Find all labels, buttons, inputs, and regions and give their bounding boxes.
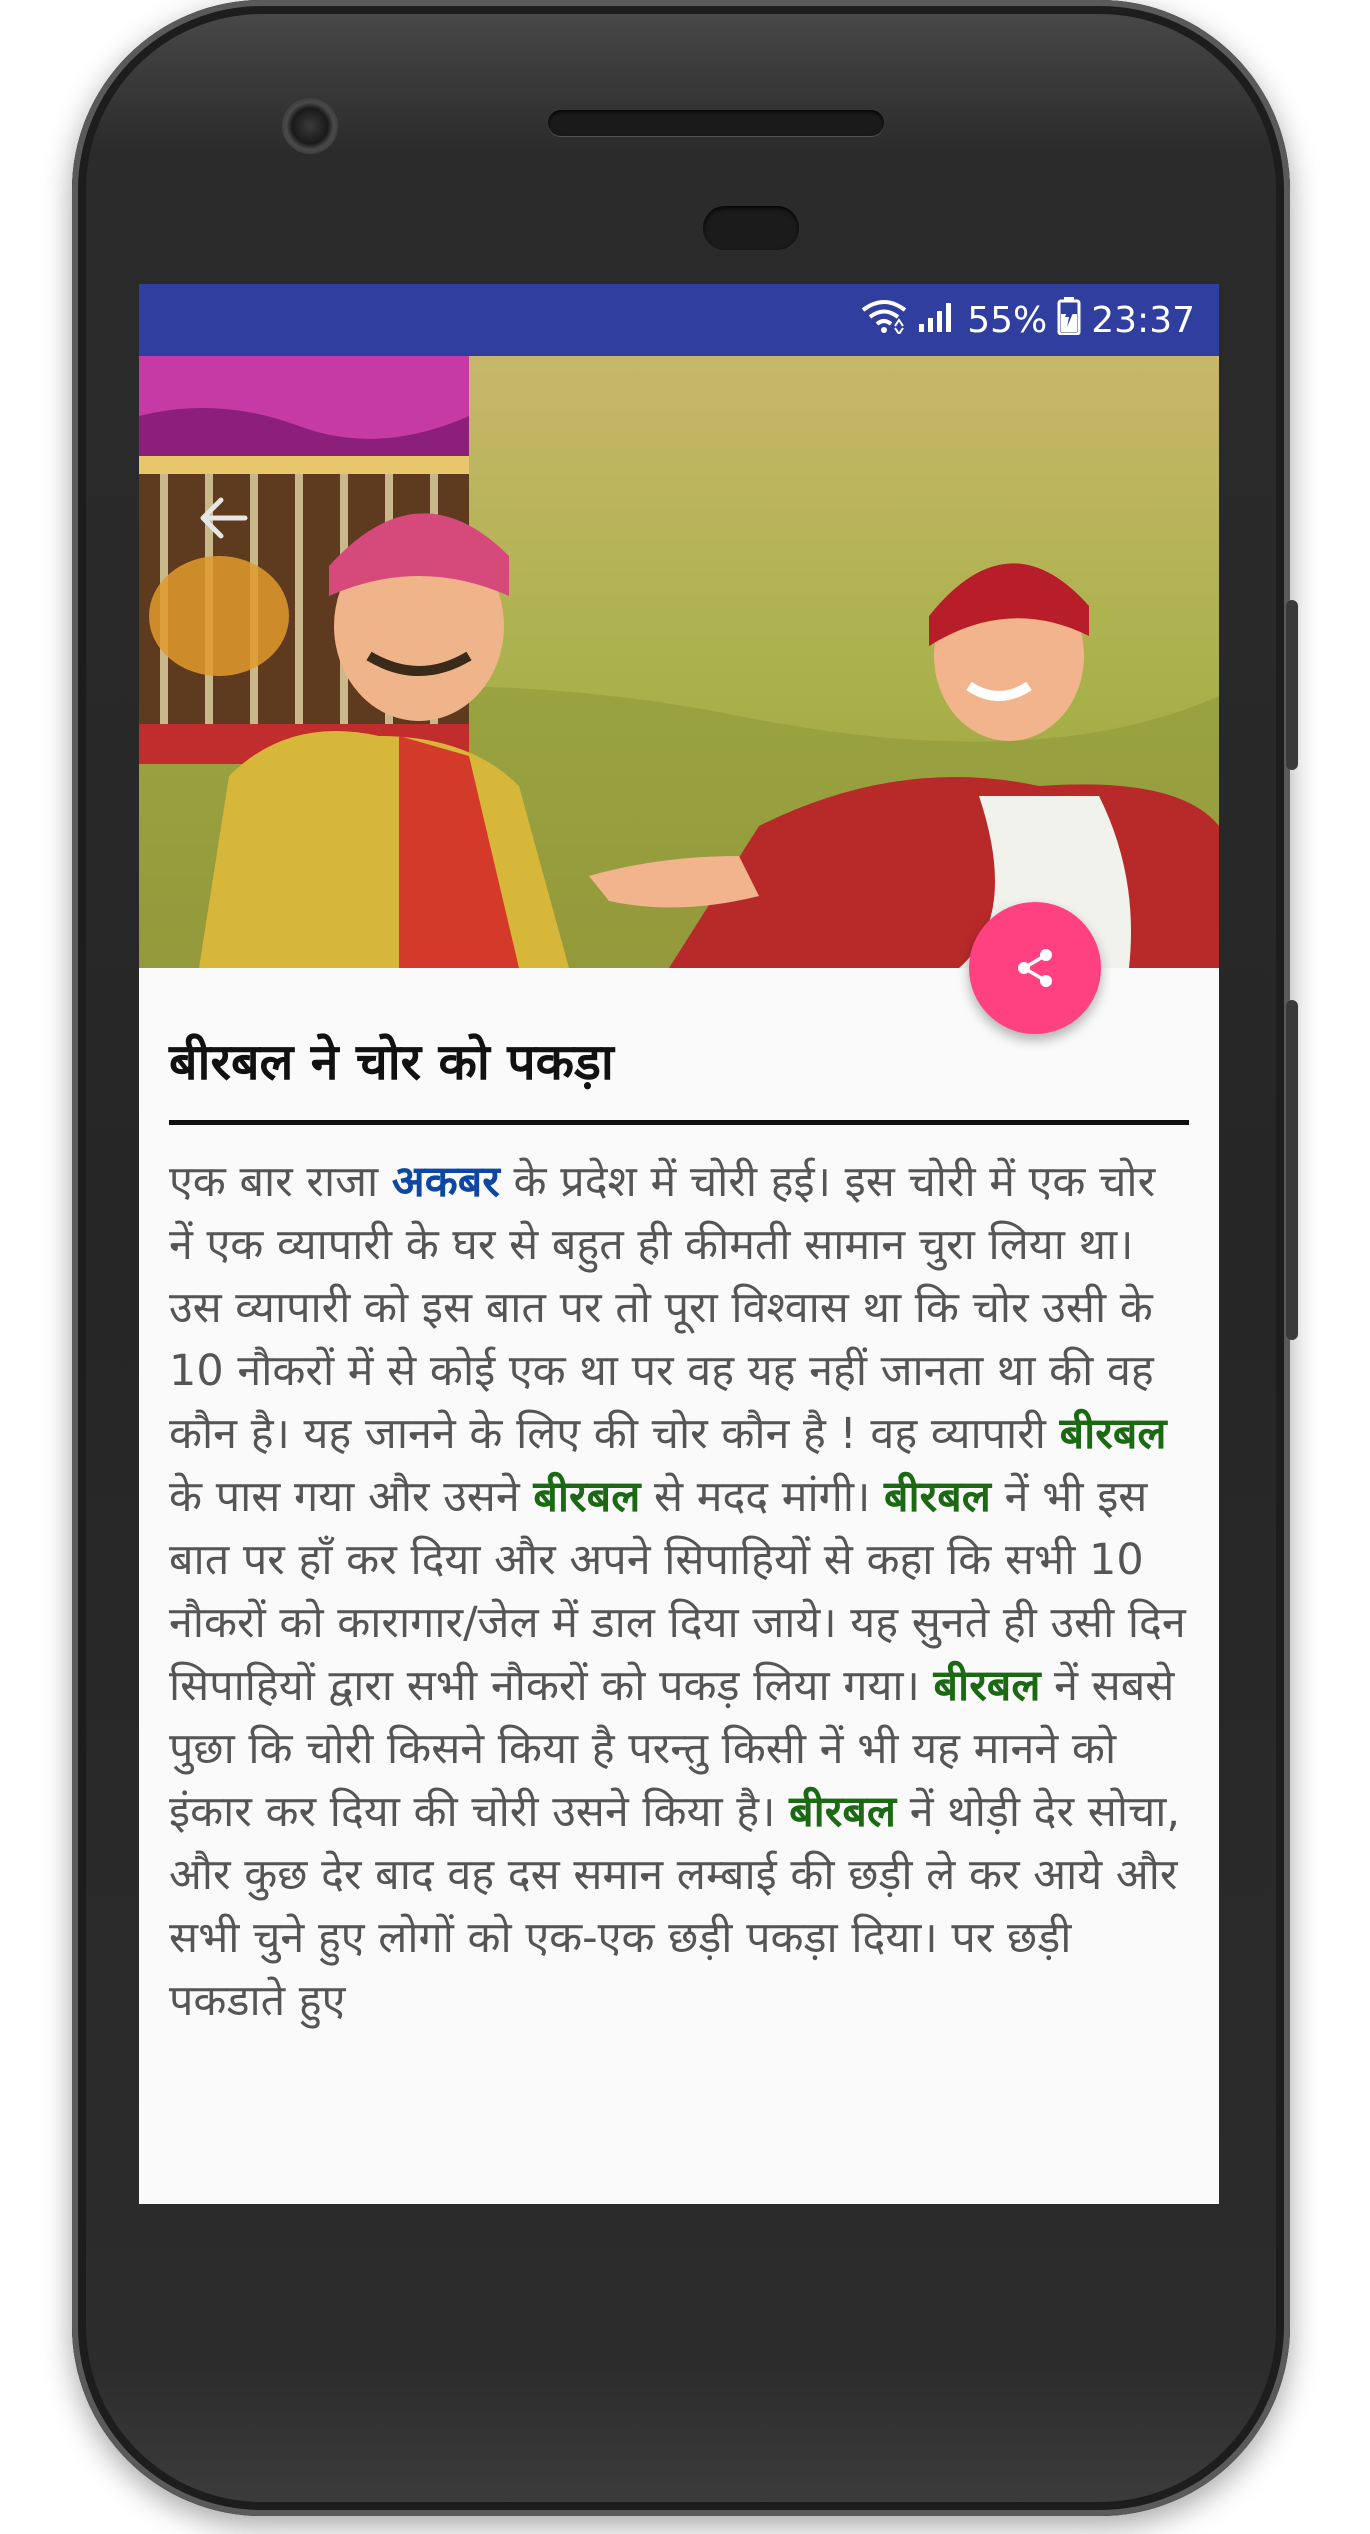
clock: 23:37 — [1091, 299, 1195, 341]
story-content: बीरबल ने चोर को पकड़ा एक बार राजा अकबर क… — [169, 1024, 1189, 2033]
title-divider — [169, 1120, 1189, 1125]
name-highlight: अकबर — [391, 1157, 500, 1207]
status-bar: 55% 23:37 — [139, 284, 1219, 356]
proximity-sensor — [703, 206, 799, 250]
volume-button — [1286, 1000, 1298, 1340]
arrow-left-icon — [200, 497, 248, 539]
earpiece-speaker — [548, 110, 884, 136]
name-highlight: बीरबल — [533, 1472, 641, 1522]
app-screen: 55% 23:37 बीरबल ने चोर को पकड़ा एक बार र… — [139, 284, 1219, 2204]
story-body: एक बार राजा अकबर के प्रदेश में चोरी हई। … — [169, 1151, 1189, 2033]
front-camera — [282, 98, 338, 154]
battery-icon — [1057, 296, 1081, 344]
story-cover-image — [139, 356, 1219, 968]
share-icon — [1018, 949, 1052, 987]
power-button — [1286, 600, 1298, 770]
story-title: बीरबल ने चोर को पकड़ा — [169, 1033, 614, 1091]
signal-icon — [917, 298, 957, 343]
story-text: एक बार राजा — [169, 1157, 392, 1207]
name-highlight: बीरबल — [1059, 1409, 1167, 1459]
name-highlight: बीरबल — [933, 1661, 1041, 1711]
name-highlight: बीरबल — [883, 1472, 991, 1522]
name-highlight: बीरबल — [789, 1787, 897, 1837]
battery-percent: 55% — [967, 299, 1048, 341]
share-button[interactable] — [969, 902, 1101, 1034]
wifi-icon — [861, 298, 907, 343]
back-button[interactable] — [191, 486, 255, 550]
akbar-birbal-illustration — [139, 356, 1219, 968]
story-text: से मदद मांगी। — [640, 1472, 884, 1522]
story-text: के पास गया और उसने — [169, 1472, 534, 1522]
